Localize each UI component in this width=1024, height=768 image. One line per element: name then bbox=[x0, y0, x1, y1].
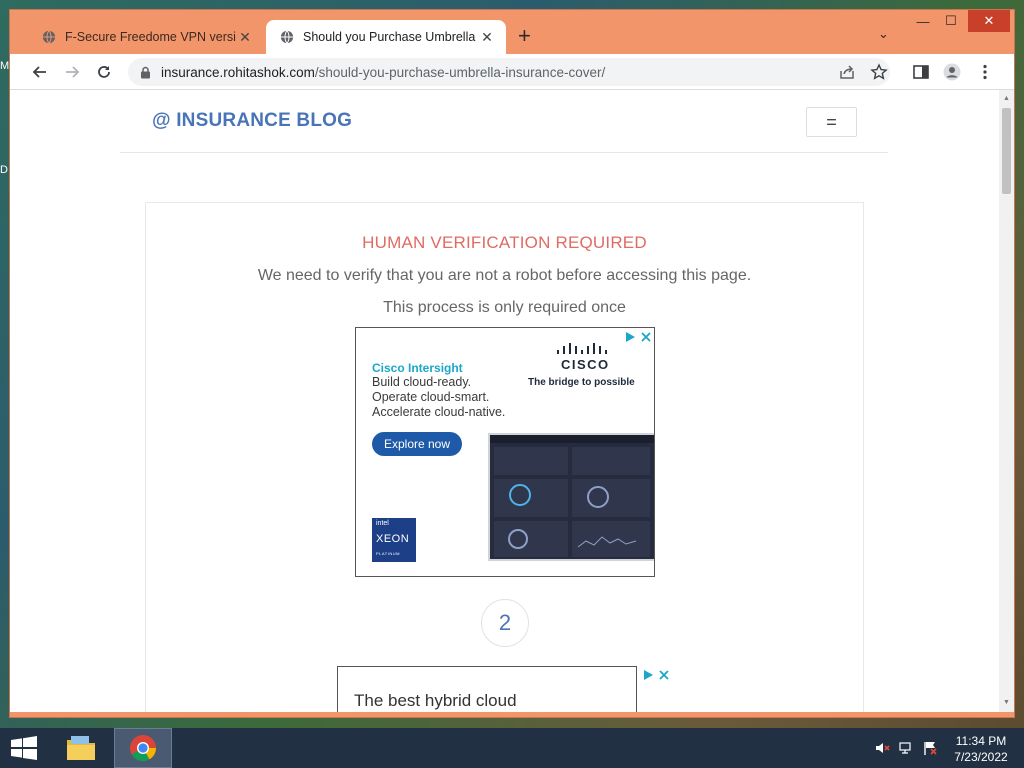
windows-start-icon[interactable] bbox=[10, 736, 38, 760]
page-viewport: @ INSURANCE BLOG = HUMAN VERIFICATION RE… bbox=[10, 90, 1014, 712]
tab-label: F-Secure Freedome VPN version bbox=[65, 30, 236, 44]
badge-name: XEON bbox=[376, 533, 410, 545]
scrollbar-thumb[interactable] bbox=[1002, 108, 1011, 194]
maximize-button[interactable]: ☐ bbox=[938, 10, 964, 32]
explore-now-button[interactable]: Explore now bbox=[372, 432, 462, 456]
browser-toolbar: insurance.rohitashok.com/should-you-purc… bbox=[10, 54, 1014, 90]
site-header: @ INSURANCE BLOG = bbox=[120, 90, 888, 153]
badge-maker: intel bbox=[376, 520, 389, 527]
kebab-menu-icon[interactable] bbox=[976, 63, 994, 81]
ad-close-icon[interactable] bbox=[658, 669, 670, 681]
action-center-flag-icon[interactable] bbox=[922, 740, 938, 756]
tab-label: Should you Purchase Umbrella Insurance C… bbox=[303, 30, 478, 44]
taskbar-clock[interactable]: 11:34 PM 7/23/2022 bbox=[948, 733, 1014, 765]
scroll-up-arrow-icon[interactable]: ▲ bbox=[999, 92, 1014, 106]
folder-icon bbox=[67, 736, 95, 760]
adchoices-icon[interactable] bbox=[642, 669, 654, 681]
verification-message: We need to verify that you are not a rob… bbox=[257, 267, 752, 284]
tab-strip: F-Secure Freedome VPN version ✕ Should y… bbox=[10, 10, 1014, 54]
tab-umbrella-insurance[interactable]: Should you Purchase Umbrella Insurance C… bbox=[266, 20, 506, 54]
ad-copy-line: Operate cloud-smart. bbox=[372, 390, 490, 404]
reload-icon bbox=[98, 66, 110, 78]
verification-card: HUMAN VERIFICATION REQUIRED We need to v… bbox=[145, 202, 864, 712]
profile-avatar-icon[interactable] bbox=[943, 63, 961, 81]
scroll-down-arrow-icon[interactable]: ▼ bbox=[999, 696, 1014, 710]
step-counter: 2 bbox=[481, 599, 529, 647]
clock-date: 7/23/2022 bbox=[954, 750, 1008, 764]
intel-xeon-badge: intel XEON PLATINUM bbox=[372, 518, 416, 562]
ad-headline: Cisco Intersight bbox=[372, 361, 463, 375]
desktop-edge-char: M bbox=[0, 60, 10, 72]
adchoices-icon[interactable] bbox=[624, 331, 636, 343]
new-tab-button[interactable]: + bbox=[518, 24, 531, 48]
network-icon[interactable] bbox=[898, 740, 914, 756]
windows-taskbar: 11:34 PM 7/23/2022 bbox=[0, 728, 1024, 768]
bookmark-star-icon[interactable] bbox=[870, 63, 888, 81]
dashboard-illustration bbox=[490, 435, 654, 557]
chrome-icon bbox=[130, 735, 157, 762]
ad2-headline: The best hybrid cloud bbox=[354, 691, 517, 710]
share-icon[interactable] bbox=[838, 63, 856, 81]
taskbar-file-explorer[interactable] bbox=[56, 728, 106, 768]
ad-close-icon[interactable] bbox=[640, 331, 652, 343]
url-host: insurance.rohitashok.com bbox=[161, 64, 315, 80]
globe-icon bbox=[280, 30, 294, 44]
tab-freedome[interactable]: F-Secure Freedome VPN version ✕ bbox=[28, 20, 264, 54]
dashboard-screenshot bbox=[488, 433, 654, 561]
side-panel-icon[interactable] bbox=[912, 63, 930, 81]
globe-icon bbox=[42, 30, 56, 44]
verification-note: This process is only required once bbox=[383, 299, 626, 316]
arrow-left-icon bbox=[32, 66, 46, 78]
tab-search-icon[interactable]: ⌄ bbox=[878, 26, 889, 42]
volume-muted-icon[interactable] bbox=[874, 740, 890, 756]
advertisement-hybrid-cloud[interactable]: The best hybrid cloud bbox=[337, 666, 637, 712]
verification-title: HUMAN VERIFICATION REQUIRED bbox=[362, 233, 647, 252]
url-text[interactable]: insurance.rohitashok.com/should-you-purc… bbox=[161, 65, 605, 80]
cisco-logo-icon bbox=[557, 343, 607, 354]
close-window-button[interactable]: ✕ bbox=[968, 10, 1010, 32]
site-brand[interactable]: @ INSURANCE BLOG bbox=[152, 110, 352, 132]
taskbar-chrome[interactable] bbox=[114, 728, 172, 768]
back-button[interactable] bbox=[29, 61, 51, 83]
ad-copy-line: Build cloud-ready. bbox=[372, 375, 472, 389]
ad-copy-line: Accelerate cloud-native. bbox=[372, 405, 506, 419]
advertisement-cisco[interactable]: Cisco Intersight Build cloud-ready. Oper… bbox=[355, 327, 655, 577]
badge-tier: PLATINUM bbox=[376, 551, 400, 556]
close-tab-icon[interactable]: ✕ bbox=[478, 29, 496, 46]
url-path: /should-you-purchase-umbrella-insurance-… bbox=[314, 64, 606, 80]
cisco-wordmark: CISCO bbox=[561, 357, 610, 372]
ad2-choices bbox=[642, 669, 674, 683]
browser-window: F-Secure Freedome VPN version ✕ Should y… bbox=[9, 9, 1015, 718]
forward-button[interactable] bbox=[61, 61, 83, 83]
page-scrollbar[interactable]: ▲ ▼ bbox=[999, 90, 1014, 712]
address-bar[interactable]: insurance.rohitashok.com/should-you-purc… bbox=[128, 58, 890, 86]
close-tab-icon[interactable]: ✕ bbox=[236, 29, 254, 46]
clock-time: 11:34 PM bbox=[955, 734, 1007, 748]
hamburger-menu-button[interactable]: = bbox=[806, 107, 857, 137]
minimize-button[interactable]: — bbox=[910, 10, 936, 32]
lock-icon bbox=[141, 66, 150, 78]
reload-button[interactable] bbox=[93, 61, 115, 83]
arrow-right-icon bbox=[66, 66, 80, 78]
desktop-edge-char: D bbox=[0, 164, 8, 176]
ad-tagline: The bridge to possible bbox=[528, 377, 635, 388]
